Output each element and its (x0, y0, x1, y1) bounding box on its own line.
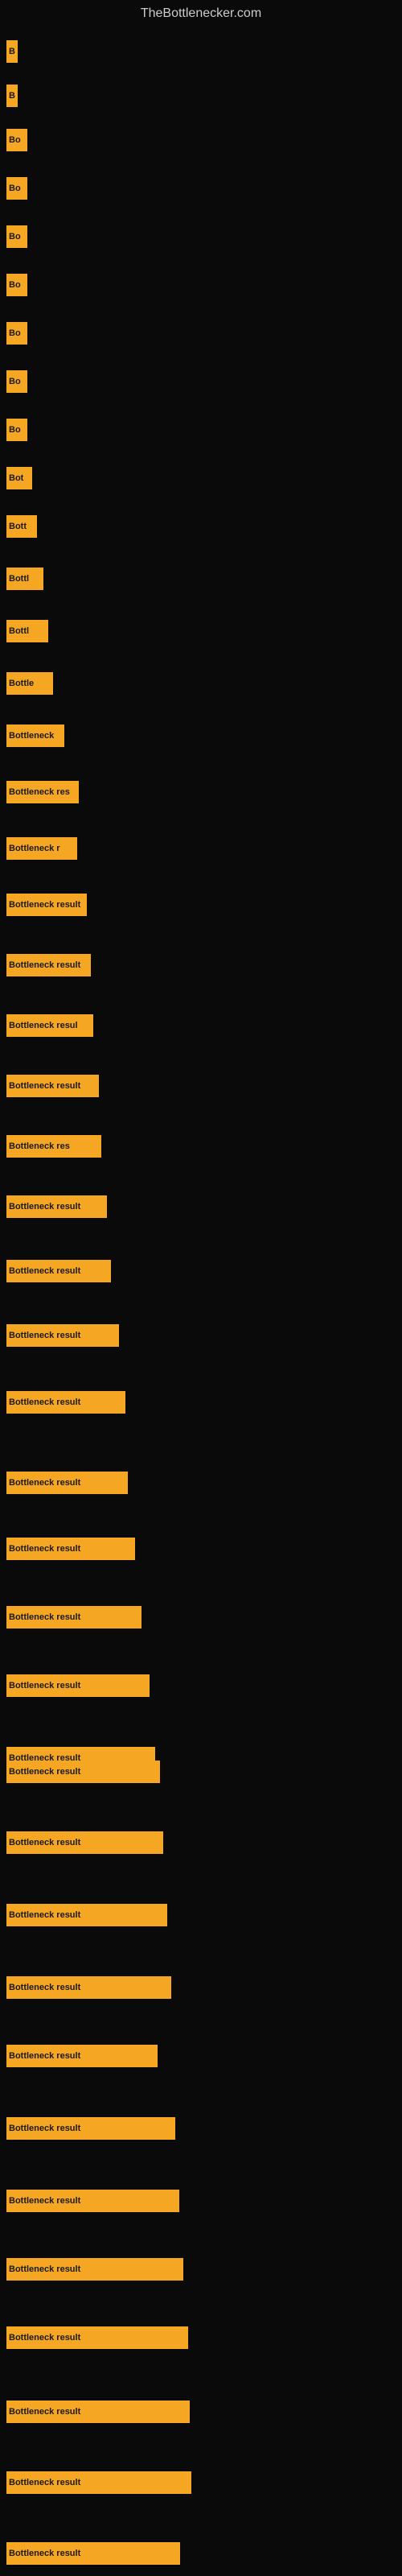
bar: Bottleneck result (6, 2471, 191, 2494)
bar-row: Bottleneck result (6, 2258, 183, 2281)
bar: Bot (6, 467, 32, 489)
bar: Bottleneck result (6, 1075, 99, 1097)
bar: Bottleneck result (6, 2542, 180, 2565)
bar-row: Bottleneck result (6, 2117, 175, 2140)
bar-row: Bottleneck result (6, 1831, 163, 1854)
bar: B (6, 40, 18, 63)
bar: Bo (6, 177, 27, 200)
bar-row: Bottleneck result (6, 1324, 119, 1347)
site-title: TheBottlenecker.com (0, 0, 402, 24)
bar: B (6, 85, 18, 107)
bar: Bottleneck result (6, 1976, 171, 1999)
bar-row: Bo (6, 177, 27, 200)
bar: Bottleneck (6, 724, 64, 747)
bar-row: Bottl (6, 620, 48, 642)
bar: Bottleneck result (6, 2258, 183, 2281)
bar-row: Bottl (6, 568, 43, 590)
bar: Bo (6, 322, 27, 345)
bar: Bottleneck result (6, 1391, 125, 1414)
bar: Bottleneck result (6, 1195, 107, 1218)
bar-row: Bottleneck res (6, 781, 79, 803)
bar-row: B (6, 40, 18, 63)
bar-row: Bottleneck result (6, 1761, 160, 1783)
bar: Bo (6, 129, 27, 151)
bar-row: Bottle (6, 672, 53, 695)
bar-row: Bo (6, 129, 27, 151)
bar: Bottleneck result (6, 894, 87, 916)
bar: Bottleneck result (6, 1538, 135, 1560)
bar: Bo (6, 370, 27, 393)
bar-row: Bo (6, 370, 27, 393)
bar-row: Bottleneck result (6, 1391, 125, 1414)
bar-row: Bottleneck result (6, 1195, 107, 1218)
bar-row: Bott (6, 515, 37, 538)
bar: Bottleneck r (6, 837, 77, 860)
bar: Bottleneck result (6, 2401, 190, 2423)
bar-row: Bottleneck result (6, 1472, 128, 1494)
bar-row: Bottleneck result (6, 1904, 167, 1926)
bar-row: Bottleneck result (6, 1538, 135, 1560)
bar-row: Bottleneck result (6, 1075, 99, 1097)
bar: Bottleneck result (6, 2326, 188, 2349)
bar: Bottleneck result (6, 1831, 163, 1854)
bar: Bottleneck result (6, 1761, 160, 1783)
bar: Bottleneck res (6, 1135, 101, 1158)
bar: Bottleneck result (6, 954, 91, 976)
bar-row: Bottleneck result (6, 894, 87, 916)
bar-row: Bottleneck r (6, 837, 77, 860)
bar-row: Bo (6, 419, 27, 441)
bar-row: Bottleneck result (6, 2190, 179, 2212)
bar-row: Bottleneck result (6, 1606, 142, 1629)
bar-row: Bottleneck result (6, 2542, 180, 2565)
bar: Bottleneck result (6, 1674, 150, 1697)
bar-row: Bottleneck resul (6, 1014, 93, 1037)
bar-row: Bottleneck result (6, 954, 91, 976)
bar-row: Bo (6, 322, 27, 345)
bar-row: Bottleneck result (6, 1976, 171, 1999)
bar-row: Bot (6, 467, 32, 489)
bar: Bottleneck result (6, 1606, 142, 1629)
bar-row: Bottleneck result (6, 2326, 188, 2349)
bar-row: Bottleneck result (6, 2045, 158, 2067)
bar-row: Bo (6, 225, 27, 248)
bar: Bo (6, 274, 27, 296)
bar-row: Bottleneck res (6, 1135, 101, 1158)
bars-container: BB Bo Bo Bo Bo Bo Bo Bo Bot Bott Bottl Bottl Bottle B… (0, 24, 402, 2568)
bar: Bo (6, 419, 27, 441)
bar: Bottl (6, 620, 48, 642)
bar: Bottleneck result (6, 1324, 119, 1347)
bar-row: Bottleneck result (6, 2401, 190, 2423)
bar-row: B (6, 85, 18, 107)
bar: Bottleneck result (6, 1260, 111, 1282)
bar: Bottleneck result (6, 2190, 179, 2212)
bar-row: Bottleneck (6, 724, 64, 747)
bar: Bottleneck result (6, 1904, 167, 1926)
bar: Bottleneck resul (6, 1014, 93, 1037)
bar-row: Bottleneck result (6, 2471, 191, 2494)
bar: Bott (6, 515, 37, 538)
bar-row: Bottleneck result (6, 1260, 111, 1282)
bar: Bo (6, 225, 27, 248)
bar: Bottleneck result (6, 1472, 128, 1494)
bar: Bottl (6, 568, 43, 590)
bar: Bottleneck result (6, 2045, 158, 2067)
bar: Bottleneck res (6, 781, 79, 803)
bar: Bottle (6, 672, 53, 695)
bar-row: Bottleneck result (6, 1674, 150, 1697)
bar: Bottleneck result (6, 2117, 175, 2140)
bar-row: Bo (6, 274, 27, 296)
